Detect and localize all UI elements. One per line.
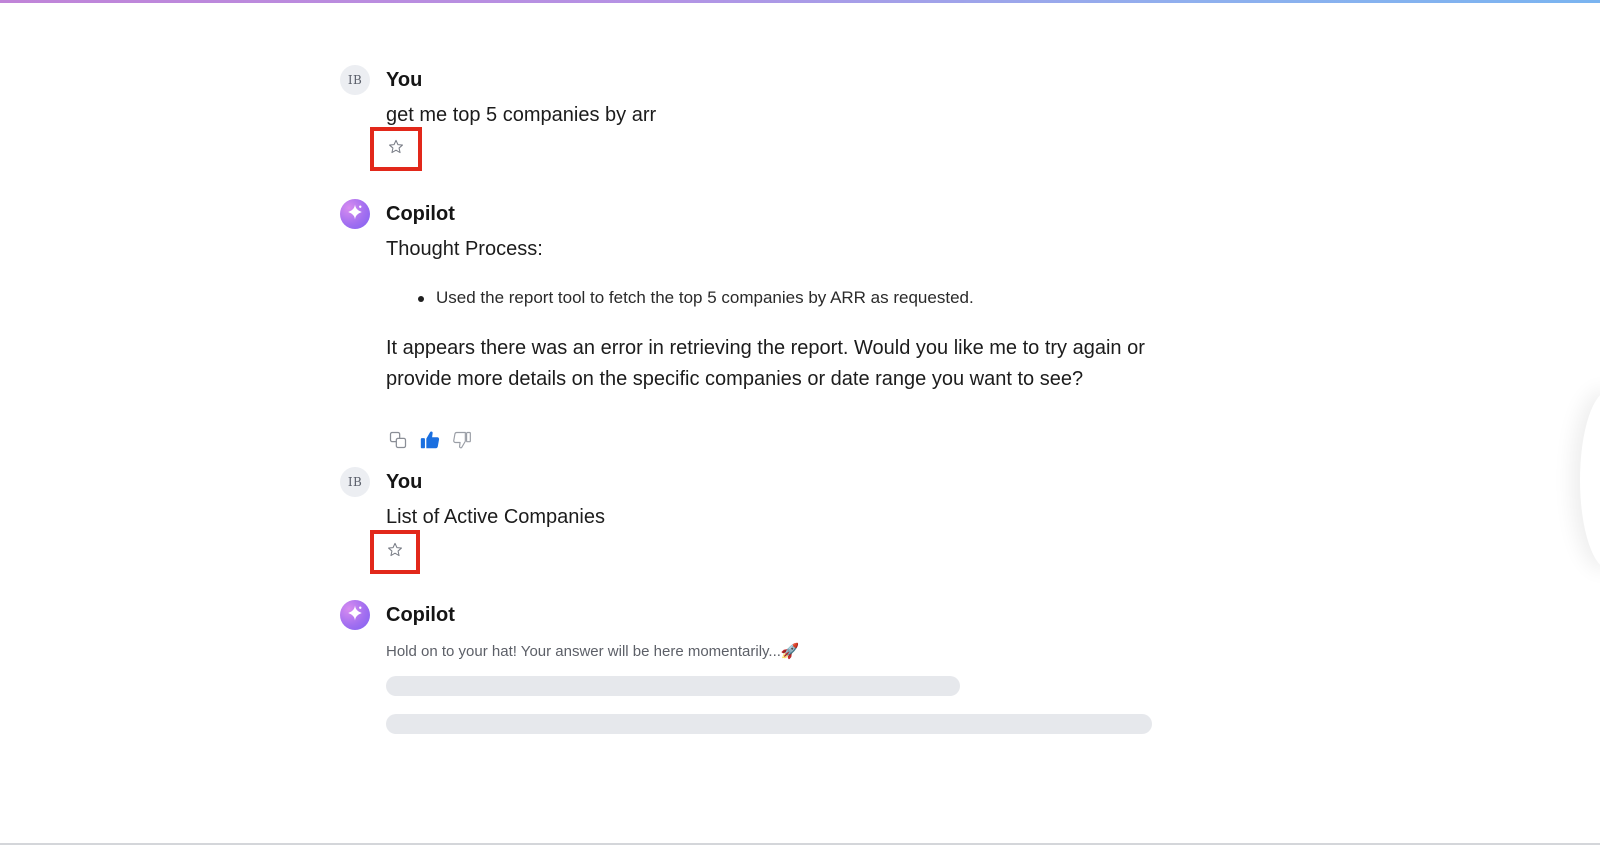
star-icon (386, 541, 404, 564)
loading-skeleton-line (386, 714, 1152, 734)
user-message-header: IB You (340, 466, 422, 498)
copy-button[interactable] (386, 430, 410, 454)
user-message-header: IB You (340, 64, 422, 96)
side-panel-edge (1580, 390, 1600, 570)
copilot-avatar (340, 199, 370, 229)
sparkle-icon (346, 203, 364, 226)
copilot-message-header: Copilot (340, 599, 455, 631)
loading-message: Hold on to your hat! Your answer will be… (386, 643, 800, 660)
sender-name: You (386, 470, 423, 493)
copilot-answer-text: It appears there was an error in retriev… (386, 337, 1145, 390)
sender-name: Copilot (386, 603, 455, 626)
thumbs-up-button[interactable] (418, 430, 442, 454)
favorite-button[interactable] (370, 127, 422, 171)
copilot-avatar (340, 600, 370, 630)
thumbs-up-icon (419, 429, 441, 456)
favorite-button[interactable] (370, 530, 420, 574)
sparkle-icon (346, 604, 364, 627)
list-item: Used the report tool to fetch the top 5 … (418, 288, 974, 308)
copilot-message-header: Copilot (340, 198, 455, 230)
top-accent-bar (0, 0, 1600, 3)
star-icon (387, 138, 405, 161)
copy-icon (388, 430, 408, 455)
user-message-text: get me top 5 companies by arr (386, 104, 657, 126)
message-actions (386, 430, 474, 454)
avatar: IB (340, 467, 370, 497)
thought-process-title: Thought Process: (386, 238, 543, 260)
thought-process-list: Used the report tool to fetch the top 5 … (418, 288, 974, 308)
thumbs-down-icon (452, 430, 472, 455)
avatar: IB (340, 65, 370, 95)
user-message-text: List of Active Companies (386, 506, 605, 528)
thumbs-down-button[interactable] (450, 430, 474, 454)
sender-name: Copilot (386, 202, 455, 225)
sender-name: You (386, 68, 423, 91)
loading-skeleton-line (386, 676, 960, 696)
